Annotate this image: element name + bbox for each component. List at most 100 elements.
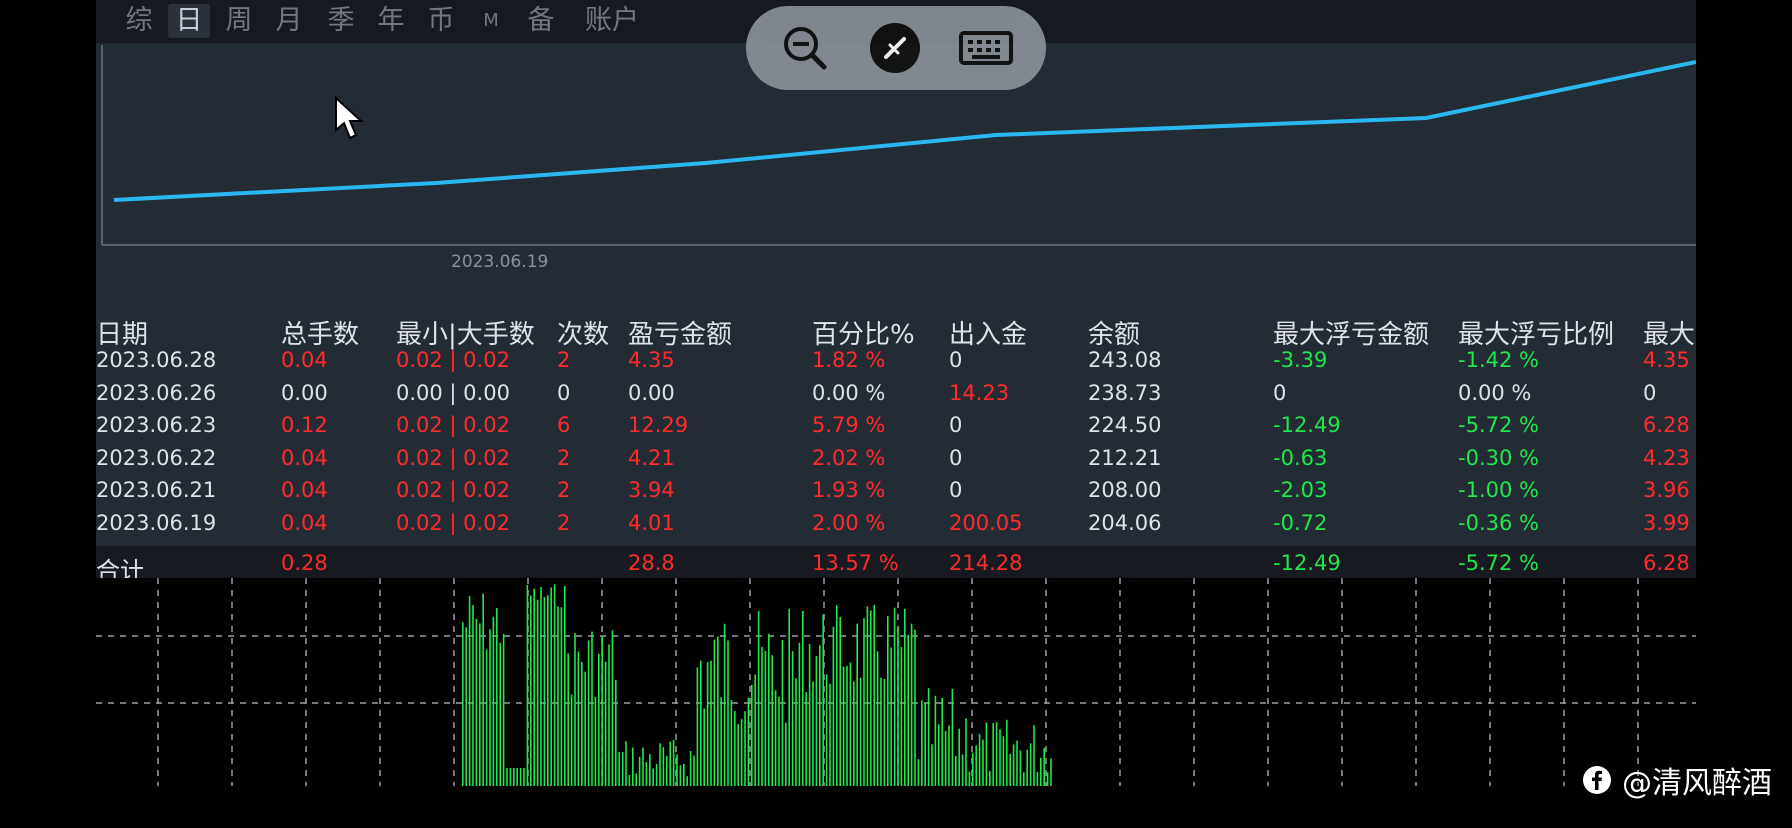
cell-count: 2 xyxy=(557,445,571,470)
cell-pct: 5.79 % xyxy=(812,413,886,438)
cell-date: 2023.06.26 xyxy=(96,380,217,405)
cell-balance: 238.73 xyxy=(1088,380,1162,405)
volume-bar xyxy=(1040,757,1042,786)
volume-bar xyxy=(727,640,729,786)
volume-bar xyxy=(737,724,739,786)
volume-bar xyxy=(819,645,821,786)
volume-bar xyxy=(1043,747,1045,786)
volume-bar xyxy=(734,711,736,786)
volume-bar xyxy=(482,593,484,786)
volume-bar xyxy=(564,586,566,786)
cell-io: 200.05 xyxy=(949,511,1023,535)
cell-maxdd_pct: -0.36 % xyxy=(1458,511,1539,535)
cell-balance: 243.08 xyxy=(1088,348,1162,372)
volume-bar xyxy=(717,636,719,786)
volume-bar xyxy=(662,747,665,786)
volume-bar xyxy=(496,607,498,786)
volume-bar xyxy=(927,688,930,786)
tab-1[interactable]: 日 xyxy=(168,4,210,38)
cell-lots: 0.04 xyxy=(281,348,328,372)
cell-lots: 0.00 xyxy=(281,380,328,405)
volume-bar xyxy=(465,627,467,786)
zoom-out-icon[interactable] xyxy=(780,23,830,73)
total-maxdd_pct: -5.72 % xyxy=(1458,551,1539,575)
volume-bar xyxy=(900,646,903,786)
volume-bar xyxy=(744,711,746,786)
total-pl: 28.8 xyxy=(628,551,675,575)
volume-bar xyxy=(812,681,814,786)
volume-bar xyxy=(778,696,780,786)
cell-date: 2023.06.21 xyxy=(96,478,217,503)
volume-bar xyxy=(574,633,576,786)
header-6: 出入金 xyxy=(949,320,1028,350)
total-lots: 0.28 xyxy=(281,551,328,575)
cell-io: 0 xyxy=(949,413,963,438)
volume-bar xyxy=(513,768,515,786)
volume-bar xyxy=(608,644,610,786)
cell-balance: 204.06 xyxy=(1088,511,1162,535)
volume-bar xyxy=(941,697,943,786)
volume-bar xyxy=(502,634,505,786)
keyboard-icon[interactable] xyxy=(958,23,1014,73)
tab-7[interactable]: M xyxy=(474,4,508,38)
cell-last: 3.99 xyxy=(1643,511,1690,535)
tab-8[interactable]: 备 xyxy=(520,4,562,38)
tab-5[interactable]: 年 xyxy=(370,4,412,38)
disconnect-icon[interactable] xyxy=(870,23,920,73)
volume-bar xyxy=(863,618,865,786)
volume-bar xyxy=(479,623,481,786)
cell-minmax: 0.00 | 0.00 xyxy=(396,380,510,405)
volume-bar xyxy=(506,768,508,786)
watermark: @清风醉酒 xyxy=(1582,760,1772,801)
volume-bar xyxy=(747,697,750,786)
cell-minmax: 0.02 | 0.02 xyxy=(396,511,510,535)
volume-bar xyxy=(581,662,583,786)
tab-6[interactable]: 币 xyxy=(420,4,462,38)
volume-bar xyxy=(761,646,763,786)
volume-bar xyxy=(975,745,977,786)
volume-bar xyxy=(978,734,981,786)
volume-bar xyxy=(533,588,535,786)
volume-bar xyxy=(897,628,899,786)
volume-bar xyxy=(655,764,658,786)
volume-bar xyxy=(768,633,770,786)
volume-bar xyxy=(689,751,692,786)
volume-bar xyxy=(713,639,716,786)
cell-maxdd_pct: -5.72 % xyxy=(1458,413,1539,438)
volume-bar xyxy=(866,606,869,786)
tab-2[interactable]: 周 xyxy=(218,4,260,38)
cell-last: 3.96 xyxy=(1643,478,1690,503)
volume-bar xyxy=(1023,772,1025,786)
total-last: 6.28 xyxy=(1643,551,1690,575)
cell-last: 6.28 xyxy=(1643,413,1690,438)
volume-bar xyxy=(774,690,777,786)
total-row-bg: 合计 0.28 28.8 13.57 % 214.28 -12.49 -5.72 % 6.28 xyxy=(96,546,1696,585)
volume-bar xyxy=(751,684,753,786)
tab-9[interactable]: 账户 xyxy=(578,4,646,38)
volume-bar xyxy=(570,694,573,786)
volume-bar xyxy=(696,667,699,786)
tab-3[interactable]: 月 xyxy=(268,4,310,38)
volume-bar xyxy=(683,763,685,786)
tab-4[interactable]: 季 xyxy=(320,4,362,38)
cell-maxdd_pct: -0.30 % xyxy=(1458,445,1539,470)
cell-date: 2023.06.28 xyxy=(96,348,217,372)
tab-0[interactable]: 综 xyxy=(118,4,160,38)
volume-bar xyxy=(611,630,614,786)
remote-toolbar xyxy=(746,6,1046,90)
header-8: 最大浮亏金额 xyxy=(1273,320,1430,350)
volume-bar xyxy=(523,768,525,786)
volume-bar xyxy=(1036,771,1039,786)
cell-count: 6 xyxy=(557,413,571,438)
volume-bar xyxy=(584,671,586,786)
volume-bar xyxy=(577,651,580,786)
volume-bar xyxy=(995,722,998,786)
cell-minmax: 0.02 | 0.02 xyxy=(396,478,510,503)
volume-bar xyxy=(1029,743,1032,786)
volume-bar xyxy=(730,700,733,786)
volume-bar xyxy=(982,739,984,786)
volume-bar xyxy=(635,773,637,786)
cell-maxdd: -2.03 xyxy=(1273,478,1328,503)
volume-bar xyxy=(720,697,722,786)
volume-bar xyxy=(547,595,549,786)
